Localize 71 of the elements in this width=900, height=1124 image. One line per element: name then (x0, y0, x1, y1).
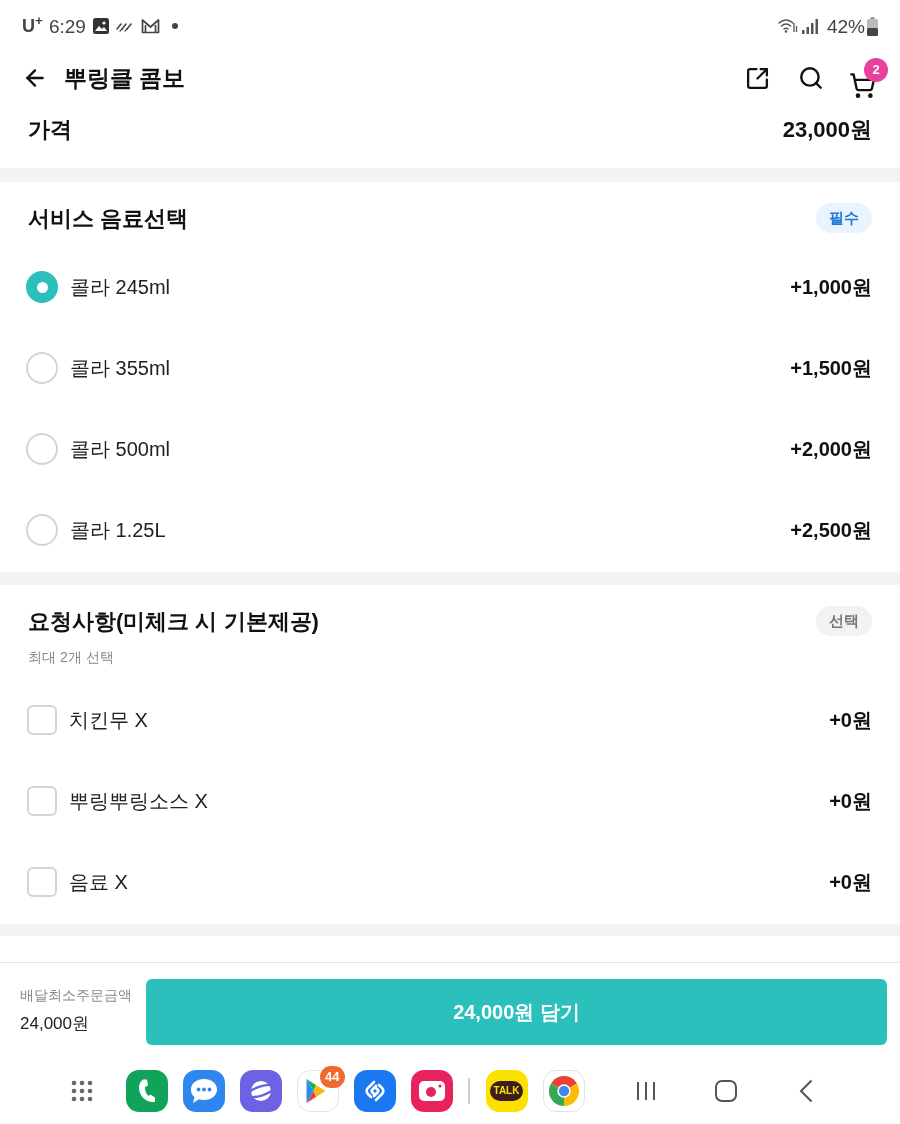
battery-percent: 42% (826, 16, 865, 36)
section-badge: 필수 (816, 203, 872, 233)
camera-app-button[interactable] (410, 1070, 453, 1112)
back-chevron-icon (799, 1079, 813, 1103)
home-button[interactable] (715, 1080, 737, 1102)
browser-app-button[interactable] (239, 1070, 282, 1112)
option-label: 뿌링뿌링소스 X (69, 788, 208, 814)
chat-app-button[interactable]: TALK (485, 1070, 528, 1112)
dot-icon (171, 23, 178, 29)
tricolor-circle-icon (548, 1076, 579, 1106)
radio-button[interactable] (26, 433, 58, 465)
option-price: +1,500원 (790, 356, 872, 381)
notification-badge: 44 (320, 1066, 345, 1088)
slashes-icon (115, 20, 134, 32)
s-logo-icon (362, 1079, 387, 1103)
option-label: 콜라 355ml (70, 356, 171, 381)
recent-apps-button[interactable] (635, 1080, 657, 1102)
min-order-label: 배달최소주문금액 (20, 986, 133, 1005)
section-title: 서비스 음료선택 (28, 204, 189, 233)
option-label: 음료 X (69, 869, 128, 895)
option-price: +0원 (829, 707, 872, 733)
option-price: +0원 (829, 869, 872, 895)
camera-icon (418, 1081, 445, 1101)
option-label: 치킨무 X (69, 707, 148, 733)
battery-icon (867, 16, 878, 36)
app-drawer-button[interactable] (71, 1080, 93, 1102)
clock-time: 6:29 (48, 16, 86, 36)
option-price: +2,000원 (790, 437, 872, 462)
option-label: 콜라 245ml (70, 275, 171, 300)
page-title: 뿌링클 콤보 (64, 63, 186, 93)
signal-icon (801, 18, 818, 34)
wifi-icon (777, 18, 798, 34)
search-icon (798, 65, 824, 91)
carrier-label: U$^{+}$ (22, 17, 43, 35)
checkbox[interactable] (27, 704, 57, 735)
back-nav-button[interactable] (799, 1079, 813, 1103)
option-price: +1,000원 (790, 275, 872, 300)
price-value: 23,000원 (782, 116, 872, 144)
option-price: +0원 (829, 788, 872, 814)
share-icon (744, 65, 770, 91)
radio-button[interactable] (26, 352, 58, 384)
section-badge: 선택 (816, 606, 872, 636)
checkbox[interactable] (27, 866, 57, 897)
option-label: 콜라 1.25L (70, 518, 166, 543)
dots-grid-icon (71, 1080, 93, 1102)
add-to-cart-button[interactable]: 24,000원 담기 (146, 979, 887, 1045)
share-button[interactable] (744, 65, 770, 91)
music-app-button[interactable] (353, 1070, 396, 1112)
gallery-icon (92, 18, 109, 34)
store-app-button[interactable]: 44 (296, 1066, 345, 1112)
option-price: +2,500원 (790, 518, 872, 543)
home-icon (715, 1080, 737, 1102)
recents-icon (635, 1080, 657, 1102)
radio-button[interactable] (26, 514, 58, 546)
talk-bubble: TALK (489, 1081, 524, 1101)
phone-icon (137, 1079, 156, 1103)
section-title: 요청사항(미체크 시 기본제공) (28, 607, 319, 636)
radio-button[interactable] (26, 271, 58, 303)
cart-button[interactable]: 2 (849, 57, 888, 99)
section-subtitle: 최대 2개 선택 (28, 647, 114, 667)
search-button[interactable] (798, 65, 824, 91)
messages-app-button[interactable] (182, 1070, 225, 1112)
mail-icon (140, 18, 160, 34)
price-label: 가격 (28, 116, 72, 144)
min-order-amount: 24,000원 (20, 1013, 90, 1035)
option-label: 콜라 500ml (70, 437, 171, 462)
cart-count-badge: 2 (864, 57, 888, 82)
chat-bubble-icon (189, 1078, 218, 1104)
checkbox[interactable] (27, 785, 57, 816)
phone-app-button[interactable] (125, 1070, 168, 1112)
browser-app-button[interactable] (542, 1070, 585, 1112)
